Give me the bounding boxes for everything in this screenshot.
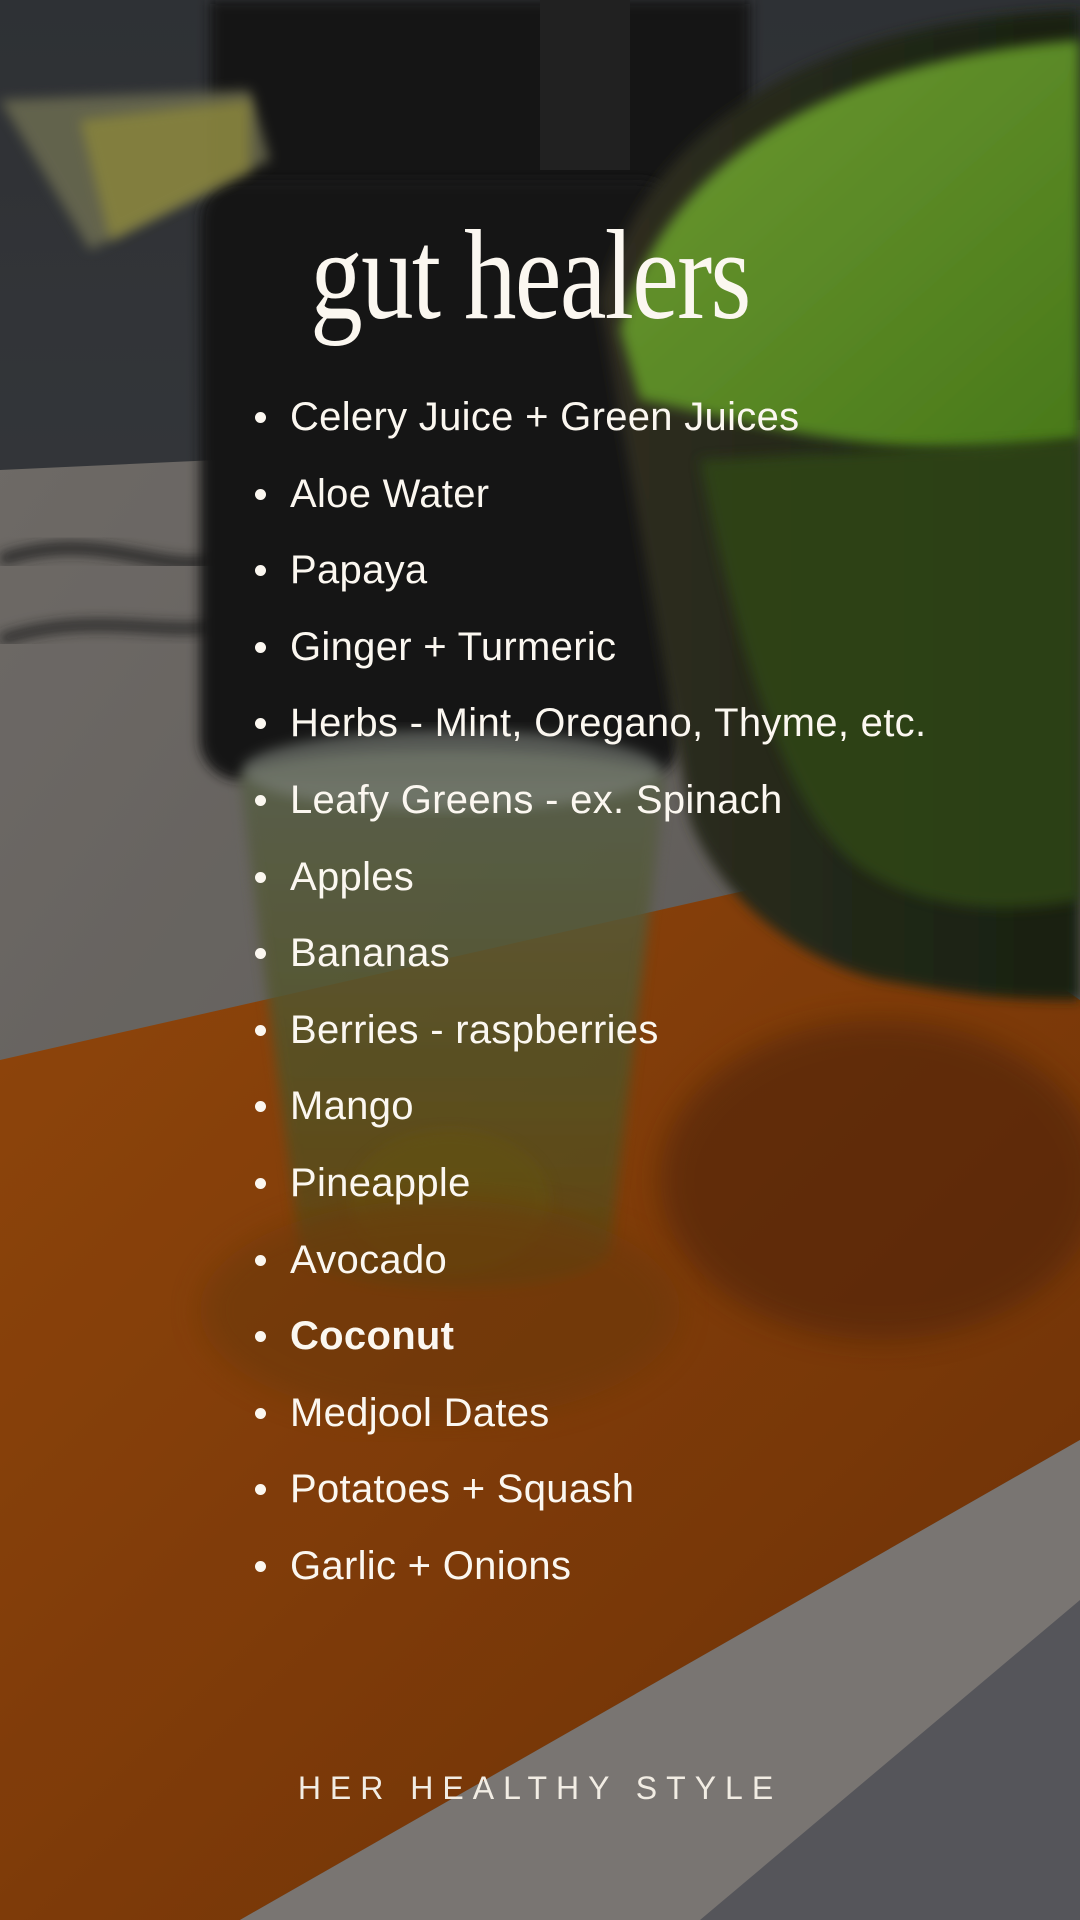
bullet-icon <box>255 718 266 730</box>
brand-footer: HER HEALTHY STYLE <box>297 1770 783 1806</box>
list-item: Aloe Water <box>250 464 926 541</box>
list-item-label: Pineapple <box>290 1160 471 1205</box>
bullet-icon <box>255 412 266 423</box>
bullet-icon <box>255 948 266 960</box>
list-item-label: Berries - raspberries <box>290 1007 659 1052</box>
bullet-icon <box>255 871 266 883</box>
list-item-label: Apples <box>290 854 415 899</box>
list-item-label: Avocado <box>290 1237 448 1282</box>
bullet-icon <box>255 794 266 806</box>
content-overlay: gut healers Celery Juice + Green Juices A… <box>0 0 1080 1920</box>
list-item: Mango <box>250 1076 926 1153</box>
list-item: Berries - raspberries <box>250 1000 926 1077</box>
list-item: Celery Juice + Green Juices <box>250 387 926 464</box>
list-item-label: Ginger + Turmeric <box>290 624 617 669</box>
list-item: Avocado <box>250 1230 926 1307</box>
gut-healers-list: Celery Juice + Green Juices Aloe Water Pap… <box>250 387 926 1613</box>
list-item-label: Bananas <box>290 931 451 976</box>
list-item: Leafy Greens - ex. Spinach <box>250 770 926 847</box>
list-item-label: Leafy Greens - ex. Spinach <box>290 777 783 822</box>
bullet-icon <box>255 1484 266 1496</box>
list-item: Coconut <box>250 1306 926 1383</box>
bullet-icon <box>255 1407 266 1419</box>
list-item-label: Potatoes + Squash <box>290 1467 635 1512</box>
list-item: Ginger + Turmeric <box>250 617 926 694</box>
list-item-label: Papaya <box>290 548 428 593</box>
list-item: Potatoes + Squash <box>250 1459 926 1536</box>
list-item: Papaya <box>250 540 926 617</box>
list-item: Bananas <box>250 923 926 1000</box>
list-item-label: Herbs - Mint, Oregano, Thyme, etc. <box>290 701 927 746</box>
bullet-icon <box>255 1560 266 1572</box>
bullet-icon <box>255 1101 266 1113</box>
list-item: Apples <box>250 847 926 924</box>
list-item-label: Aloe Water <box>290 471 490 516</box>
list-item: Garlic + Onions <box>250 1536 926 1613</box>
list-item-label: Mango <box>290 1084 414 1129</box>
list-item: Medjool Dates <box>250 1383 926 1460</box>
bullet-icon <box>255 1177 266 1189</box>
bullet-icon <box>255 1331 266 1343</box>
page-title: gut healers <box>310 204 751 346</box>
list-item-label: Celery Juice + Green Juices <box>290 395 800 439</box>
bullet-icon <box>255 1254 266 1266</box>
bullet-icon <box>255 488 266 500</box>
list-item-label: Garlic + Onions <box>290 1543 572 1588</box>
bullet-icon <box>255 1024 266 1036</box>
list-item-label: Coconut <box>290 1314 455 1359</box>
bullet-icon <box>255 641 266 653</box>
list-item: Herbs - Mint, Oregano, Thyme, etc. <box>250 693 926 770</box>
bullet-icon <box>255 565 266 577</box>
list-item: Pineapple <box>250 1153 926 1230</box>
list-item-label: Medjool Dates <box>290 1390 550 1435</box>
